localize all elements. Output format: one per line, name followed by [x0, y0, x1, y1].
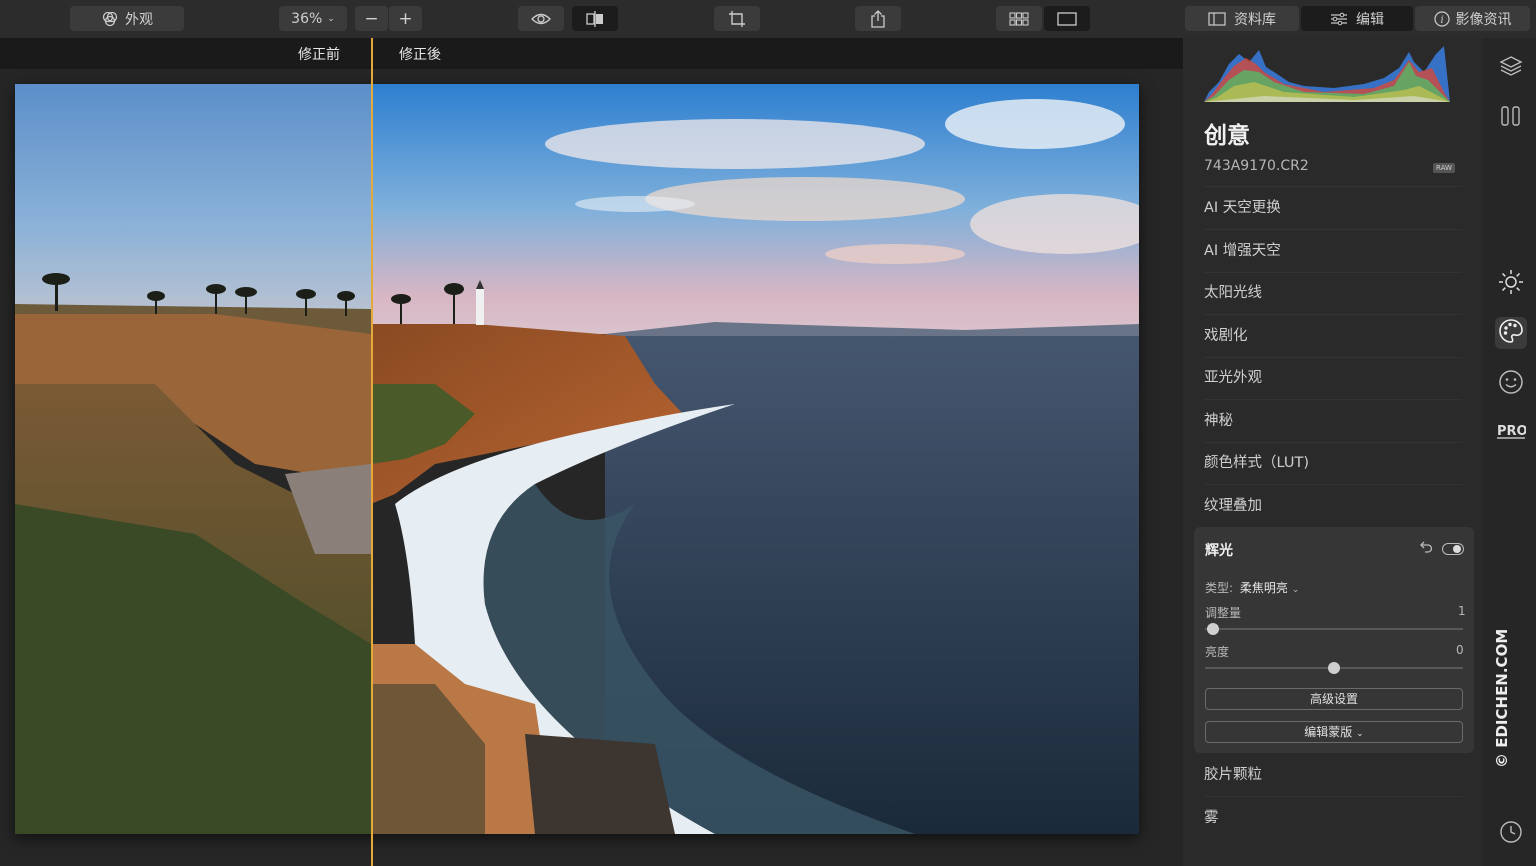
info-icon: i: [1433, 10, 1450, 27]
history-button[interactable]: [1495, 818, 1527, 850]
histogram: [1204, 42, 1450, 102]
brightness-value: 0: [1456, 643, 1464, 657]
creative-button[interactable]: [1495, 317, 1527, 349]
photo-canvas[interactable]: [15, 84, 1139, 834]
crop-icon: [728, 10, 746, 28]
menu-item-mystical[interactable]: 神秘: [1204, 400, 1462, 443]
glow-title: 辉光: [1205, 543, 1233, 559]
menu-item-texture-overlay[interactable]: 纹理叠加: [1204, 485, 1462, 527]
appearance-button[interactable]: 外观: [70, 6, 184, 31]
edit-mask-label: 编辑蒙版: [1304, 725, 1353, 739]
glow-type-value: 柔焦明亮: [1239, 581, 1288, 595]
zoom-select[interactable]: 36% ⌄: [279, 6, 347, 31]
tab-edit-label: 编辑: [1356, 11, 1384, 28]
menu-item-dramatic[interactable]: 戏剧化: [1204, 315, 1462, 358]
glow-tool-card: 辉光 类型: 柔焦明亮 ⌄ 调整量 1 亮度 0 高级设置 编辑蒙版 ⌄: [1194, 527, 1474, 753]
eye-icon: [531, 12, 551, 26]
presets-icon: [1499, 104, 1523, 132]
portrait-button[interactable]: [1495, 368, 1527, 400]
raw-badge: RAW: [1433, 163, 1455, 173]
tab-edit[interactable]: 编辑: [1301, 6, 1413, 31]
layers-icon: [1499, 54, 1523, 82]
after-label: 修正後: [399, 47, 441, 63]
brightness-label: 亮度: [1205, 645, 1230, 659]
essentials-button[interactable]: [1495, 268, 1527, 300]
presets-button[interactable]: [1495, 102, 1527, 134]
amount-value: 1: [1458, 604, 1466, 618]
glow-type-row[interactable]: 类型: 柔焦明亮 ⌄: [1205, 579, 1299, 596]
zoom-value: 36%: [291, 10, 323, 27]
edit-mask-button[interactable]: 编辑蒙版 ⌄: [1205, 721, 1463, 743]
layers-button[interactable]: [1495, 52, 1527, 84]
file-name: 743A9170.CR2: [1204, 158, 1309, 174]
menu-item-fog[interactable]: 雾: [1204, 797, 1462, 839]
tab-info[interactable]: i 影像资讯: [1415, 6, 1530, 31]
tab-library-label: 资料库: [1234, 11, 1276, 28]
grid-view-icon: [1009, 11, 1029, 26]
compare-divider-handle[interactable]: [371, 38, 373, 866]
edit-sliders-icon: [1330, 12, 1348, 26]
sun-icon: [1498, 269, 1524, 299]
undo-icon[interactable]: [1419, 539, 1433, 558]
grid-view-button[interactable]: [996, 6, 1042, 31]
single-view-icon: [1057, 11, 1077, 26]
brightness-slider[interactable]: [1205, 662, 1463, 674]
zoom-in-button[interactable]: +: [389, 6, 422, 31]
pro-icon: PRO: [1496, 420, 1528, 444]
face-icon: [1498, 369, 1524, 399]
landscape-photo: [15, 84, 1139, 834]
tab-library[interactable]: 资料库: [1185, 6, 1299, 31]
section-title: 创意: [1204, 123, 1250, 149]
svg-text:PRO: PRO: [1497, 424, 1526, 439]
brightness-slider-knob[interactable]: [1328, 662, 1340, 674]
share-button[interactable]: [855, 6, 901, 31]
zoom-out-button[interactable]: −: [355, 6, 388, 31]
top-toolbar: 外观 36% ⌄ − + 资料库 编辑 i 影像资讯: [0, 0, 1536, 38]
menu-item-ai-sky-enhancer[interactable]: AI 增强天空: [1204, 230, 1462, 273]
menu-item-film-grain[interactable]: 胶片颗粒: [1204, 754, 1462, 797]
amount-label: 调整量: [1205, 606, 1242, 620]
toggle-icon[interactable]: [1442, 540, 1464, 559]
edit-panel: 创意 743A9170.CR2 RAW AI 天空更换 AI 增强天空 太阳光线…: [1183, 38, 1483, 866]
menu-item-color-styles-lut[interactable]: 颜色样式（LUT): [1204, 442, 1462, 485]
compare-bar: 修正前 修正後: [0, 38, 1183, 69]
amount-slider[interactable]: [1205, 623, 1463, 635]
advanced-settings-button[interactable]: 高级设置: [1205, 688, 1463, 710]
chevron-down-icon: ⌄: [1356, 729, 1364, 739]
pro-button[interactable]: PRO: [1495, 416, 1528, 448]
before-label: 修正前: [298, 47, 340, 63]
history-icon: [1499, 820, 1523, 848]
menu-item-sunrays[interactable]: 太阳光线: [1204, 272, 1462, 315]
menu-item-matte-look[interactable]: 亚光外观: [1204, 357, 1462, 400]
crop-button[interactable]: [714, 6, 760, 31]
compare-button[interactable]: [572, 6, 618, 31]
single-view-button[interactable]: [1044, 6, 1090, 31]
watermark-text: © EDICHEN.COM: [1493, 629, 1511, 768]
svg-text:i: i: [1440, 15, 1443, 26]
preview-button[interactable]: [518, 6, 564, 31]
tab-info-label: 影像资讯: [1455, 11, 1512, 28]
compare-icon: [585, 10, 605, 27]
glow-type-label: 类型:: [1205, 581, 1234, 595]
chevron-down-icon: ⌄: [1291, 585, 1300, 595]
appearance-icon: [101, 10, 119, 28]
appearance-label: 外观: [125, 11, 153, 28]
palette-icon: [1498, 318, 1524, 348]
share-icon: [870, 9, 886, 28]
library-icon: [1208, 11, 1226, 26]
menu-item-ai-sky-replacement[interactable]: AI 天空更换: [1204, 187, 1462, 230]
amount-slider-knob[interactable]: [1207, 623, 1220, 635]
watermark: © EDICHEN.COM: [1488, 620, 1514, 770]
chevron-down-icon: ⌄: [327, 13, 335, 24]
